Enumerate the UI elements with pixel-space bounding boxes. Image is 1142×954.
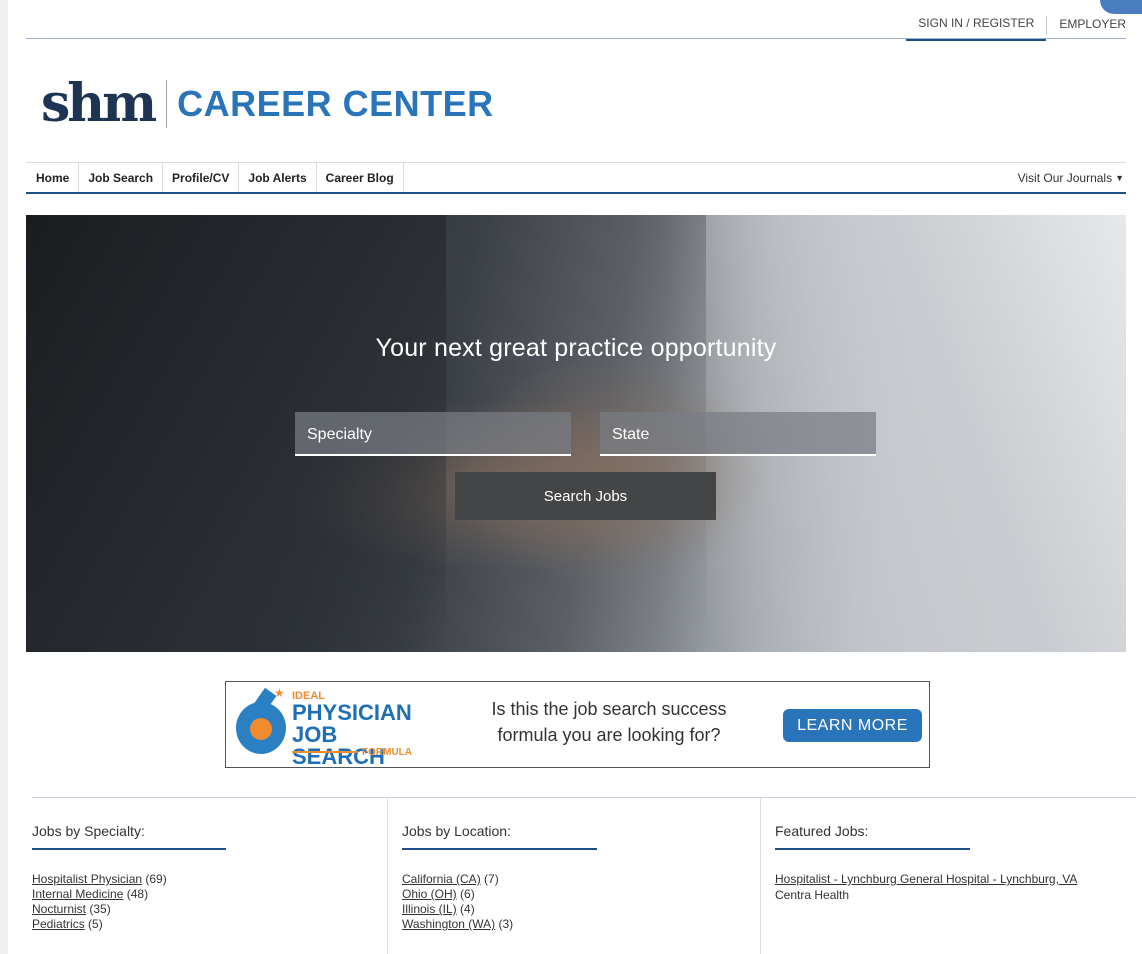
location-count: (4) (460, 902, 475, 916)
job-listing-columns: Jobs by Specialty: Hospitalist Physician… (32, 797, 1136, 954)
specialty-link[interactable]: Hospitalist Physician (32, 872, 142, 886)
list-item: Internal Medicine (48) (32, 887, 387, 902)
logo-job-search: JOB SEARCH (292, 722, 385, 769)
list-item: Pediatrics (5) (32, 917, 387, 932)
specialty-link[interactable]: Nocturnist (32, 902, 86, 916)
shm-logo-mark: shm (41, 73, 157, 134)
list-item: Nocturnist (35) (32, 902, 387, 917)
featured-job-link[interactable]: Hospitalist - Lynchburg General Hospital… (775, 872, 1077, 886)
list-item: California (CA) (7) (402, 872, 760, 887)
page: SIGN IN / REGISTER EMPLOYER shm CAREER C… (8, 0, 1142, 954)
nav-spacer (404, 163, 1018, 192)
flask-icon (236, 702, 286, 754)
jobs-by-specialty: Jobs by Specialty: Hospitalist Physician… (32, 798, 388, 954)
learn-more-button[interactable]: LEARN MORE (783, 709, 922, 742)
specialty-count: (5) (88, 917, 103, 931)
logo-divider (166, 80, 168, 128)
featured-jobs: Featured Jobs: Hospitalist - Lynchburg G… (761, 798, 1136, 954)
location-link[interactable]: Illinois (IL) (402, 902, 457, 916)
account-links: SIGN IN / REGISTER EMPLOYER (906, 15, 1126, 41)
logo-formula: FORMULA (362, 747, 412, 758)
location-count: (6) (460, 887, 475, 901)
visit-journals-dropdown[interactable]: Visit Our Journals ▼ (1018, 163, 1126, 192)
featured-heading: Featured Jobs: (775, 823, 970, 850)
nav-item-job-alerts[interactable]: Job Alerts (239, 163, 317, 192)
formula-logo: ★ IDEAL PHYSICIAN JOB SEARCH FORMULA (234, 686, 429, 768)
location-link[interactable]: Washington (WA) (402, 917, 495, 931)
specialty-heading: Jobs by Specialty: (32, 823, 226, 850)
list-item: Ohio (OH) (6) (402, 887, 760, 902)
main-navigation: Home Job Search Profile/CV Job Alerts Ca… (26, 162, 1126, 194)
logo-text: CAREER CENTER (177, 83, 494, 124)
location-link[interactable]: California (CA) (402, 872, 481, 886)
specialty-link[interactable]: Pediatrics (32, 917, 85, 931)
visit-journals-label: Visit Our Journals (1017, 170, 1113, 185)
nav-item-career-blog[interactable]: Career Blog (317, 163, 404, 192)
specialty-count: (35) (89, 902, 111, 916)
logo-underline (292, 751, 358, 753)
specialty-list: Hospitalist Physician (69) Internal Medi… (32, 872, 387, 932)
site-logo[interactable]: shm CAREER CENTER (41, 78, 494, 130)
nav-item-profile-cv[interactable]: Profile/CV (163, 163, 240, 192)
state-input[interactable]: State (600, 412, 876, 456)
list-item: Illinois (IL) (4) (402, 902, 760, 917)
sign-in-register-link[interactable]: SIGN IN / REGISTER (906, 16, 1047, 41)
physician-formula-banner[interactable]: ★ IDEAL PHYSICIAN JOB SEARCH FORMULA Is … (225, 681, 930, 768)
featured-job: Hospitalist - Lynchburg General Hospital… (775, 872, 1115, 903)
hero-search: Your next great practice opportunity Spe… (26, 215, 1126, 652)
list-item: Hospitalist Physician (69) (32, 872, 387, 887)
hero-background-handshake (446, 355, 776, 585)
nav-item-home[interactable]: Home (26, 163, 80, 192)
specialty-input[interactable]: Specialty (295, 412, 571, 456)
logo-physician: PHYSICIAN (292, 700, 412, 725)
top-utility-bar: SIGN IN / REGISTER EMPLOYER (26, 6, 1126, 41)
banner-text: Is this the job search success formula y… (491, 699, 727, 745)
location-list: California (CA) (7) Ohio (OH) (6) Illino… (402, 872, 760, 932)
star-icon: ★ (274, 686, 285, 700)
location-count: (7) (484, 872, 499, 886)
specialty-count: (48) (126, 887, 149, 901)
list-item: Washington (WA) (3) (402, 917, 760, 932)
location-heading: Jobs by Location: (402, 823, 597, 850)
location-link[interactable]: Ohio (OH) (402, 887, 457, 901)
hero-title: Your next great practice opportunity (375, 334, 777, 362)
employer-link[interactable]: EMPLOYER (1047, 17, 1126, 40)
specialty-count: (69) (145, 872, 167, 886)
location-count: (3) (498, 917, 514, 931)
nav-item-job-search[interactable]: Job Search (79, 163, 164, 192)
caret-down-icon: ▼ (1115, 172, 1124, 183)
featured-job-company: Centra Health (775, 888, 850, 902)
search-jobs-button[interactable]: Search Jobs (455, 472, 716, 520)
specialty-link[interactable]: Internal Medicine (32, 887, 123, 901)
jobs-by-location: Jobs by Location: California (CA) (7) Oh… (388, 798, 761, 954)
